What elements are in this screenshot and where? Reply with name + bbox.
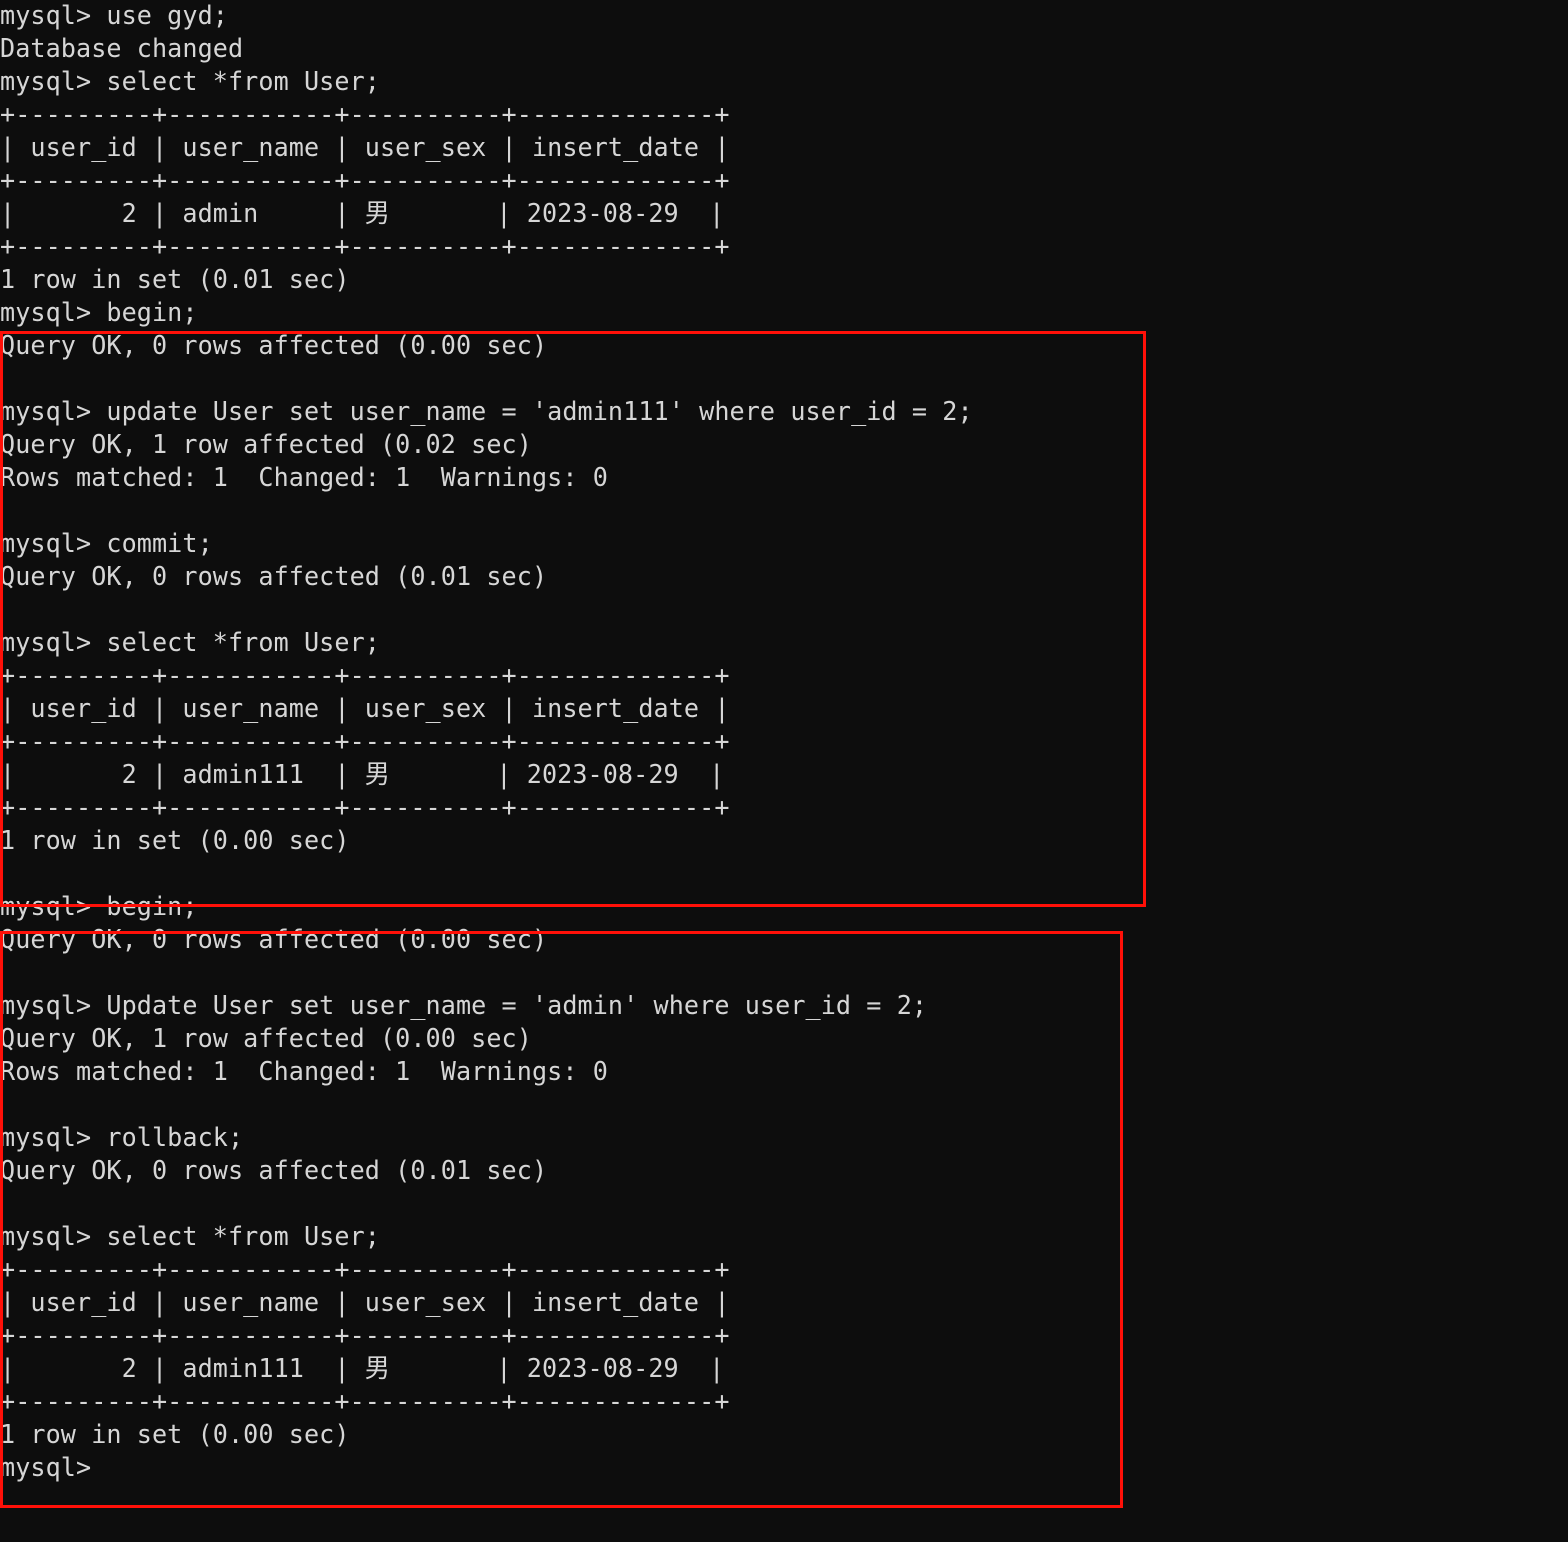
table-border-line: +---------+-----------+----------+------… <box>0 1387 730 1417</box>
table-row-line: | 2 | admin111 | 男 | 2023-08-29 | <box>0 1354 725 1384</box>
terminal-line: mysql> select *from User; <box>0 67 380 97</box>
result-status-line: 1 row in set (0.00 sec) <box>0 1420 350 1450</box>
terminal-line: Database changed <box>0 34 244 64</box>
table-border-line: +---------+-----------+----------+------… <box>0 1321 730 1351</box>
table-border-line: +---------+-----------+----------+------… <box>0 1255 730 1285</box>
terminal-line: mysql> begin; <box>0 892 198 922</box>
table-border-line: +---------+-----------+----------+------… <box>0 166 730 196</box>
table-border-line: +---------+-----------+----------+------… <box>0 793 730 823</box>
terminal-line: mysql> rollback; <box>0 1123 244 1153</box>
terminal-line: Rows matched: 1 Changed: 1 Warnings: 0 <box>0 463 608 493</box>
trailing-prompt[interactable]: mysql> <box>0 1452 1568 1485</box>
table-border-line: +---------+-----------+----------+------… <box>0 727 730 757</box>
terminal-line: Query OK, 0 rows affected (0.01 sec) <box>0 1156 548 1186</box>
terminal-window[interactable]: mysql> use gyd; Database changed mysql> … <box>0 0 1568 1542</box>
terminal-line: Query OK, 1 row affected (0.00 sec) <box>0 1024 532 1054</box>
table-border-line: +---------+-----------+----------+------… <box>0 661 730 691</box>
terminal-line: mysql> select *from User; <box>0 628 380 658</box>
table-row-line: | 2 | admin111 | 男 | 2023-08-29 | <box>0 760 725 790</box>
intro-session-output: mysql> use gyd; Database changed mysql> … <box>0 0 1568 297</box>
terminal-line: mysql> begin; <box>0 298 198 328</box>
terminal-line: Query OK, 0 rows affected (0.00 sec) <box>0 331 548 361</box>
block-gap <box>0 858 1568 891</box>
terminal-line: mysql> select *from User; <box>0 1222 380 1252</box>
result-status-line: 1 row in set (0.00 sec) <box>0 826 350 856</box>
terminal-line: mysql> update User set user_name = 'admi… <box>0 397 973 427</box>
table-header-line: | user_id | user_name | user_sex | inser… <box>0 1288 730 1318</box>
terminal-screen[interactable]: mysql> use gyd; Database changed mysql> … <box>0 0 1568 1485</box>
prompt-line[interactable]: mysql> <box>0 1452 1515 1485</box>
terminal-line: Rows matched: 1 Changed: 1 Warnings: 0 <box>0 1057 608 1087</box>
terminal-line: mysql> commit; <box>0 529 213 559</box>
table-header-line: | user_id | user_name | user_sex | inser… <box>0 694 730 724</box>
terminal-line: mysql> Update User set user_name = 'admi… <box>0 991 928 1021</box>
terminal-line: mysql> use gyd; <box>0 1 228 31</box>
table-border-line: +---------+-----------+----------+------… <box>0 100 730 130</box>
terminal-line: Query OK, 1 row affected (0.02 sec) <box>0 430 532 460</box>
terminal-line: Query OK, 0 rows affected (0.00 sec) <box>0 925 548 955</box>
table-row-line: | 2 | admin | 男 | 2023-08-29 | <box>0 199 725 229</box>
rollback-transaction-block: mysql> begin; Query OK, 0 rows affected … <box>0 891 1568 1452</box>
terminal-line: Query OK, 0 rows affected (0.01 sec) <box>0 562 548 592</box>
table-border-line: +---------+-----------+----------+------… <box>0 232 730 262</box>
commit-transaction-block: mysql> begin; Query OK, 0 rows affected … <box>0 297 1568 858</box>
result-status-line: 1 row in set (0.01 sec) <box>0 265 350 295</box>
table-header-line: | user_id | user_name | user_sex | inser… <box>0 133 730 163</box>
